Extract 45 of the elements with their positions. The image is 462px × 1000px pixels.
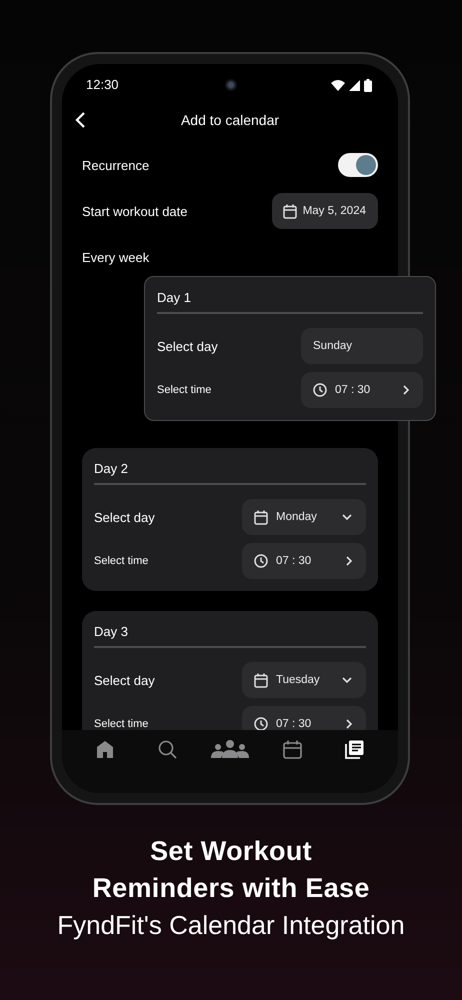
time-button[interactable]: 07 : 30	[301, 372, 423, 408]
back-icon[interactable]	[74, 111, 86, 129]
chevron-down-icon	[342, 514, 352, 520]
chevron-down-icon	[342, 677, 352, 683]
date-button[interactable]: May 5, 2024	[272, 193, 378, 229]
people-icon[interactable]	[210, 740, 249, 758]
day-title: Day 2	[94, 460, 129, 478]
recurrence-label: Recurrence	[82, 158, 150, 172]
select-time-label: Select time	[157, 384, 212, 396]
day-dropdown[interactable]: Sunday	[301, 328, 423, 364]
clock-icon	[254, 717, 268, 730]
search-icon[interactable]	[158, 740, 178, 759]
calendar-icon[interactable]	[282, 740, 302, 759]
wifi-icon	[331, 80, 345, 91]
select-time-label: Select time	[94, 555, 148, 567]
start-date-label: Start workout date	[82, 204, 188, 218]
select-day-label: Select day	[157, 338, 218, 354]
screen-title: Add to calendar	[180, 112, 280, 128]
day-title: Day 3	[94, 623, 129, 641]
status-time: 12:30	[86, 77, 119, 92]
calendar-icon	[282, 204, 297, 218]
recurrence-toggle[interactable]	[338, 153, 378, 177]
day-dropdown[interactable]: Tuesday	[242, 662, 366, 698]
select-day-label: Select day	[94, 510, 155, 524]
time-button[interactable]: 07 : 30	[242, 543, 366, 579]
day-title: Day 1	[157, 289, 192, 307]
promo-title: Set Workout Reminders with Ease	[91, 835, 371, 905]
camera-icon	[225, 79, 237, 91]
time-button[interactable]: 07 : 30	[242, 706, 366, 730]
chevron-right-icon	[403, 385, 409, 395]
clock-icon	[313, 383, 327, 397]
chevron-right-icon	[346, 556, 352, 566]
calendar-icon	[254, 510, 268, 524]
select-time-label: Select time	[94, 718, 148, 730]
home-icon[interactable]	[96, 740, 114, 758]
signal-icon	[349, 80, 360, 91]
day-dropdown[interactable]: Monday	[242, 499, 366, 535]
articles-icon[interactable]	[345, 740, 364, 759]
battery-icon	[364, 79, 372, 92]
chevron-right-icon	[346, 719, 352, 729]
promo-subtitle: FyndFit's Calendar Integration	[57, 909, 405, 942]
clock-icon	[254, 554, 268, 568]
calendar-icon	[254, 672, 268, 688]
select-day-label: Select day	[94, 672, 155, 688]
frequency-label: Every week	[82, 250, 150, 264]
